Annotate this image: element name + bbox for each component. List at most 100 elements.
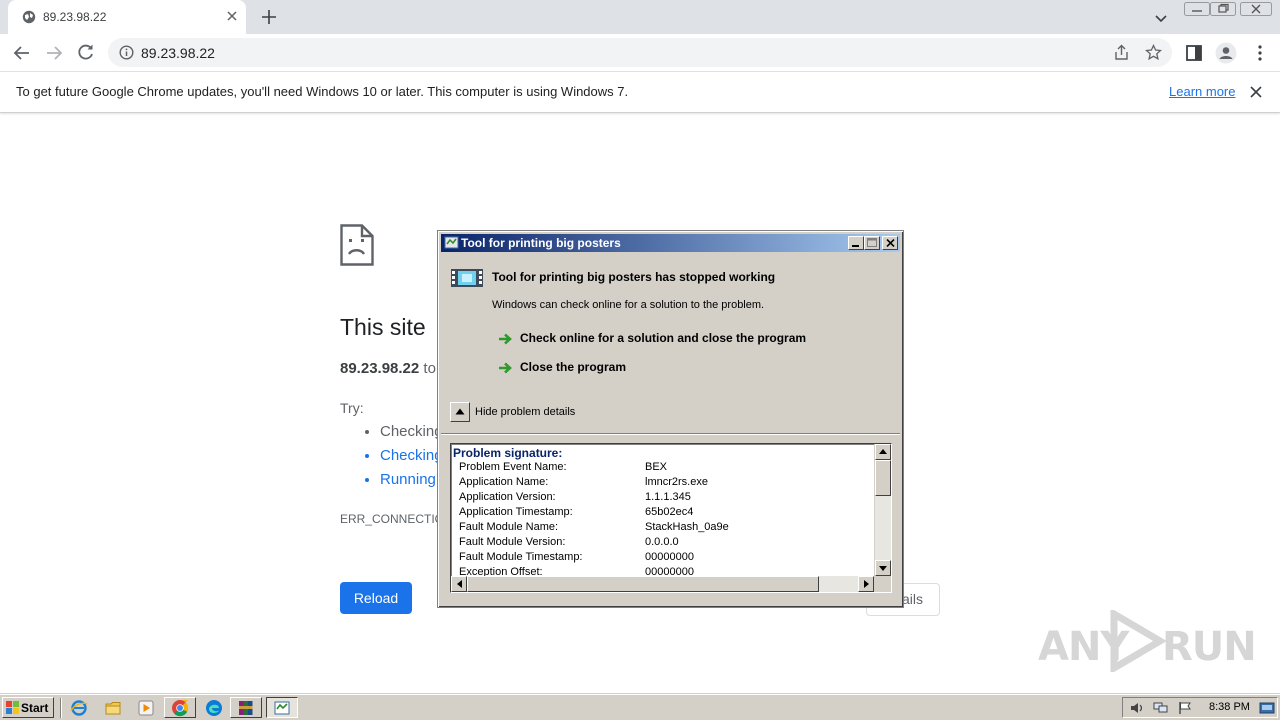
vertical-scroll-thumb[interactable] (875, 460, 891, 496)
watermark-right: RUN (1162, 624, 1257, 670)
scroll-down-icon (879, 566, 887, 571)
toggle-details-button[interactable] (450, 402, 470, 422)
bookmark-star-icon[interactable] (1145, 44, 1162, 61)
detail-key: Fault Module Version: (459, 536, 566, 548)
internet-explorer-icon[interactable] (70, 699, 88, 717)
tab-search-chevron-icon[interactable] (1153, 10, 1169, 26)
scroll-down-button[interactable] (875, 560, 891, 576)
error-code: ERR_CONNECTION (340, 512, 453, 526)
restore-icon[interactable] (1210, 2, 1236, 16)
system-tray: 8:38 PM (1122, 697, 1278, 718)
film-error-icon (451, 269, 483, 287)
dialog-maximize-button[interactable] (864, 236, 880, 250)
chrome-tabstrip: 89.23.98.22 (0, 0, 1280, 34)
dialog-minimize-button[interactable] (848, 236, 864, 250)
update-infobar: To get future Google Chrome updates, you… (0, 72, 1280, 113)
media-player-icon[interactable] (137, 699, 155, 717)
learn-more-link[interactable]: Learn more (1169, 84, 1235, 99)
detail-key: Problem Event Name: (459, 461, 567, 473)
scroll-right-icon (864, 580, 869, 588)
globe-icon (22, 10, 36, 24)
dialog-minimize-icon (852, 245, 859, 247)
profile-avatar-icon[interactable] (1215, 42, 1237, 64)
tab-title: 89.23.98.22 (43, 10, 107, 24)
edge-icon[interactable] (205, 699, 223, 717)
back-arrow-icon[interactable] (12, 43, 32, 63)
forward-arrow-icon[interactable] (44, 43, 64, 63)
action-center-flag-icon[interactable] (1177, 701, 1193, 715)
site-info-icon[interactable] (119, 45, 134, 60)
vertical-scrollbar[interactable] (874, 444, 891, 576)
dialog-close-button[interactable] (882, 236, 898, 250)
dialog-maximize-icon (867, 238, 877, 247)
infobar-close-icon[interactable] (1249, 85, 1263, 99)
reload-icon[interactable] (76, 42, 96, 62)
details-heading: Problem signature: (453, 446, 563, 460)
tab-close-icon[interactable] (224, 8, 240, 24)
side-panel-icon[interactable] (1184, 43, 1204, 63)
green-arrow-icon (499, 333, 512, 345)
window-controls (1182, 0, 1274, 18)
detail-value: BEX (645, 461, 668, 473)
problem-details-box[interactable]: Problem signature: Problem Event Name: BE… (450, 443, 892, 593)
detail-key: Application Timestamp: (459, 506, 573, 518)
detail-value: 1.1.1.345 (645, 491, 691, 503)
play-logo-icon (1110, 610, 1166, 672)
detail-value: 65b02ec4 (645, 506, 694, 518)
menu-kebab-icon[interactable] (1250, 43, 1270, 63)
task-winrar[interactable] (230, 697, 262, 718)
task-poster-tool[interactable] (266, 697, 298, 718)
task-chrome[interactable] (164, 697, 196, 718)
reload-button[interactable]: Reload (340, 582, 412, 614)
check-online-label: Check online for a solution and close th… (520, 331, 807, 345)
dialog-title: Tool for printing big posters (461, 236, 621, 250)
window-close-icon[interactable] (1240, 2, 1272, 16)
explorer-folder-icon[interactable] (104, 699, 122, 717)
suggestion-item: Checking (380, 423, 443, 447)
detail-value: 00000000 (645, 551, 694, 563)
share-icon[interactable] (1113, 44, 1130, 61)
suggestion-list: Checking Checking Running (362, 423, 443, 495)
new-tab-icon[interactable] (260, 8, 278, 26)
scroll-left-icon (457, 580, 462, 588)
minimize-icon[interactable] (1184, 2, 1210, 16)
detail-key: Application Name: (459, 476, 549, 488)
start-button[interactable]: Start (2, 697, 54, 718)
show-desktop-icon[interactable] (1259, 701, 1275, 715)
detail-value: lmncr2rs.exe (645, 476, 708, 488)
windows-taskbar: Start 8:38 PM (0, 694, 1280, 720)
try-label: Try: (340, 400, 364, 416)
scroll-up-icon (879, 449, 887, 454)
scroll-right-button[interactable] (858, 576, 874, 592)
detail-key: Fault Module Timestamp: (459, 551, 583, 563)
suggestion-link[interactable]: Running (380, 471, 443, 495)
sad-page-icon (340, 224, 374, 266)
windows-logo-icon (6, 701, 19, 714)
error-host: 89.23.98.22 (340, 360, 420, 377)
network-icon[interactable] (1153, 701, 1169, 715)
toggle-details-label[interactable]: Hide problem details (475, 406, 575, 418)
green-arrow-icon (499, 362, 512, 374)
volume-icon[interactable] (1129, 701, 1145, 715)
scroll-left-button[interactable] (451, 576, 467, 592)
taskbar-clock[interactable]: 8:38 PM (1209, 701, 1250, 713)
error-subtitle: 89.23.98.22 to (340, 360, 436, 377)
screen: 89.23.98.22 89.23.98.22 To get future Go… (0, 0, 1280, 720)
browser-tab[interactable]: 89.23.98.22 (8, 0, 246, 34)
address-bar[interactable]: 89.23.98.22 (108, 38, 1172, 67)
anyrun-watermark: ANY RUN (1038, 608, 1257, 674)
close-program-label: Close the program (520, 360, 627, 374)
dialog-separator (441, 433, 900, 435)
suggestion-link[interactable]: Checking (380, 447, 443, 471)
dialog-close-icon (886, 239, 895, 247)
crash-dialog: Tool for printing big posters Tool for p… (437, 230, 904, 608)
horizontal-scroll-thumb[interactable] (467, 576, 819, 592)
detail-key: Fault Module Name: (459, 521, 559, 533)
chrome-toolbar: 89.23.98.22 (0, 34, 1280, 72)
scroll-up-button[interactable] (875, 444, 891, 460)
poster-tool-icon (274, 701, 290, 715)
dialog-titlebar[interactable]: Tool for printing big posters (441, 234, 900, 252)
app-icon (444, 236, 459, 249)
horizontal-scrollbar[interactable] (451, 576, 874, 592)
dialog-heading: Tool for printing big posters has stoppe… (492, 270, 776, 284)
